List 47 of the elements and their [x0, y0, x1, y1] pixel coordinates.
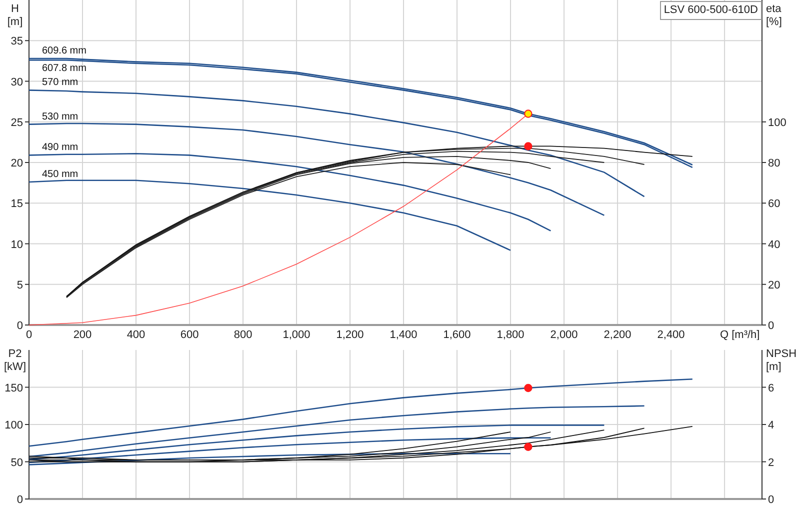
axis-tick-label: 1,200	[336, 329, 364, 340]
axis-tick-label: 0	[16, 320, 23, 332]
axis-tick-label: 30	[10, 76, 23, 88]
axis-tick-label: 400	[126, 329, 146, 340]
curve-label: 530 mm	[42, 111, 78, 122]
axis-tick-label: 5	[16, 279, 23, 292]
axis-tick-label: 150	[4, 382, 23, 394]
axis-tick-label: 100	[768, 116, 786, 129]
axis-tick-label: 2	[768, 456, 774, 469]
curve-label: 570 mm	[42, 77, 78, 88]
axis-title: eta [%]	[766, 3, 783, 29]
curve-label: 450 mm	[42, 169, 78, 180]
axis-tick-label: 60	[768, 198, 780, 210]
axis-tick-label: 20	[768, 279, 780, 292]
axis-tick-label: 15	[10, 198, 23, 210]
axis-tick-label: 200	[73, 329, 92, 340]
axis-title: Q [m³/h]	[720, 329, 760, 340]
axis-tick-label: 1,800	[496, 329, 524, 340]
axis-tick-label: 25	[10, 116, 23, 129]
axis-tick-label: 600	[180, 329, 199, 340]
axis-tick-label: 20	[10, 158, 23, 170]
axis-tick-label: 2,200	[604, 329, 632, 340]
axis-tick-label: 100	[4, 420, 23, 432]
axis-tick-label: 800	[234, 329, 252, 340]
axis-tick-label: 40	[768, 238, 780, 251]
axis-tick-label: 2,400	[657, 329, 685, 340]
axis-tick-label: 0	[16, 494, 23, 506]
axis-tick-label: 2,000	[550, 329, 578, 340]
axis-tick-label: 80	[768, 158, 780, 170]
axis-tick-label: 1,000	[282, 329, 310, 340]
axis-tick-label: 0	[26, 329, 32, 340]
model-label: LSV 600-500-610D	[660, 1, 762, 20]
axis-tick-label: 10	[10, 238, 23, 251]
curve-label: 607.8 mm	[42, 63, 86, 74]
axis-tick-label: 0	[768, 494, 774, 506]
axis-title: H [m]	[6, 3, 24, 29]
axis-tick-label: 50	[10, 456, 23, 469]
axis-tick-label: 1,600	[443, 329, 471, 340]
curve-label: 490 mm	[42, 142, 78, 154]
axis-tick-label: 1,400	[390, 329, 418, 340]
axis-title: P2 [kW]	[4, 348, 26, 374]
axis-tick-label: 35	[10, 36, 23, 48]
axis-tick-label: 6	[768, 382, 774, 394]
axis-title: NPSH [m]	[766, 348, 798, 374]
axis-tick-label: 4	[768, 420, 774, 432]
axis-tick-label: 0	[768, 320, 774, 332]
curve-label: 609.6 mm	[42, 46, 86, 56]
